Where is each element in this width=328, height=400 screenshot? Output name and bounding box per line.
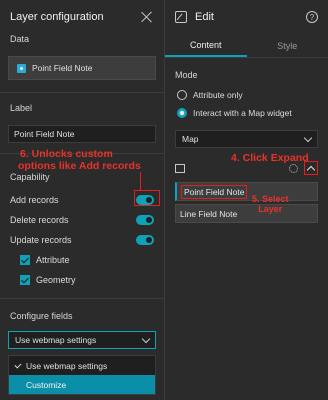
annotation-4: 4. Click Expand xyxy=(231,152,309,164)
tab-bar: Content Style xyxy=(165,34,328,58)
configure-fields-select[interactable]: Use webmap settings xyxy=(8,331,156,349)
close-icon[interactable] xyxy=(140,10,154,24)
layer-item-line[interactable]: Line Field Note xyxy=(175,204,318,223)
label-input[interactable]: Point Field Note xyxy=(8,125,156,143)
chevron-down-icon xyxy=(303,133,313,142)
annotation-highlight-toggle xyxy=(134,190,160,206)
mode-label: Mode xyxy=(175,70,198,80)
update-records-row: Update records xyxy=(0,230,164,250)
dropdown-option-label: Customize xyxy=(26,379,67,390)
annotation-5: 5. Select Layer xyxy=(252,194,289,214)
annotation-arrow xyxy=(140,172,141,190)
edit-panel: Edit ? Content Style Mode Attribute only… xyxy=(165,0,328,400)
add-records-label: Add records xyxy=(10,195,59,205)
edit-icon xyxy=(175,11,187,23)
data-source-item[interactable]: Point Field Note xyxy=(8,56,156,80)
dropdown-option-webmap[interactable]: Use webmap settings xyxy=(9,356,155,375)
radio-label: Interact with a Map widget xyxy=(193,108,292,118)
radio-label: Attribute only xyxy=(193,90,243,100)
delete-records-row: Delete records xyxy=(0,210,164,230)
geometry-row: Geometry xyxy=(0,270,164,290)
annotation-text: 6. Unlocks custom xyxy=(20,148,113,160)
configure-fields-select-value: Use webmap settings xyxy=(15,335,97,345)
panel-header: Layer configuration xyxy=(0,0,164,34)
edit-title: Edit xyxy=(195,11,214,23)
dropdown-option-customize[interactable]: Customize xyxy=(9,375,155,394)
data-source-label: Point Field Note xyxy=(32,63,93,73)
annotation-text: 5. Select xyxy=(252,194,289,204)
radio-attribute-only[interactable]: Attribute only xyxy=(165,86,328,104)
attribute-row: Attribute xyxy=(0,250,164,270)
panel-title: Layer configuration xyxy=(10,11,104,23)
map-select-value: Map xyxy=(182,134,199,144)
divider xyxy=(0,298,164,299)
geometry-label: Geometry xyxy=(36,275,76,285)
help-icon[interactable]: ? xyxy=(306,11,318,23)
check-icon xyxy=(14,360,22,369)
delete-records-label: Delete records xyxy=(10,215,69,225)
tab-content[interactable]: Content xyxy=(165,34,247,57)
edit-header: Edit ? xyxy=(165,0,328,34)
update-records-label: Update records xyxy=(10,235,72,245)
configure-fields-label: Configure fields xyxy=(10,311,73,321)
radio-interact-map[interactable]: Interact with a Map widget xyxy=(165,104,328,122)
annotation-text: options like Add records xyxy=(18,160,141,172)
chevron-down-icon xyxy=(141,334,151,343)
tab-style[interactable]: Style xyxy=(247,34,328,57)
gear-icon[interactable] xyxy=(289,163,298,173)
delete-records-toggle[interactable] xyxy=(136,215,154,225)
map-select[interactable]: Map xyxy=(175,130,318,148)
chevron-up-icon xyxy=(306,165,316,174)
layer-item-label: Line Field Note xyxy=(180,208,238,219)
radio-button-selected[interactable] xyxy=(177,108,187,118)
layer-item-point[interactable]: Point Field Note xyxy=(175,182,318,201)
annotation-6: 6. Unlocks custom options like Add recor… xyxy=(18,148,168,172)
layer-item-label: Point Field Note xyxy=(181,184,248,199)
divider xyxy=(0,92,164,93)
radio-button[interactable] xyxy=(177,90,187,100)
label-section-label: Label xyxy=(10,103,33,113)
configure-fields-dropdown: Use webmap settings Customize xyxy=(8,355,156,395)
map-icon xyxy=(175,163,185,173)
data-section-label: Data xyxy=(10,34,30,44)
attribute-label: Attribute xyxy=(36,255,70,265)
geometry-checkbox[interactable] xyxy=(20,275,30,285)
update-records-toggle[interactable] xyxy=(136,235,154,245)
annotation-text: Layer xyxy=(258,204,283,214)
point-layer-icon xyxy=(17,63,26,73)
attribute-checkbox[interactable] xyxy=(20,255,30,265)
dropdown-option-label: Use webmap settings xyxy=(26,360,108,371)
